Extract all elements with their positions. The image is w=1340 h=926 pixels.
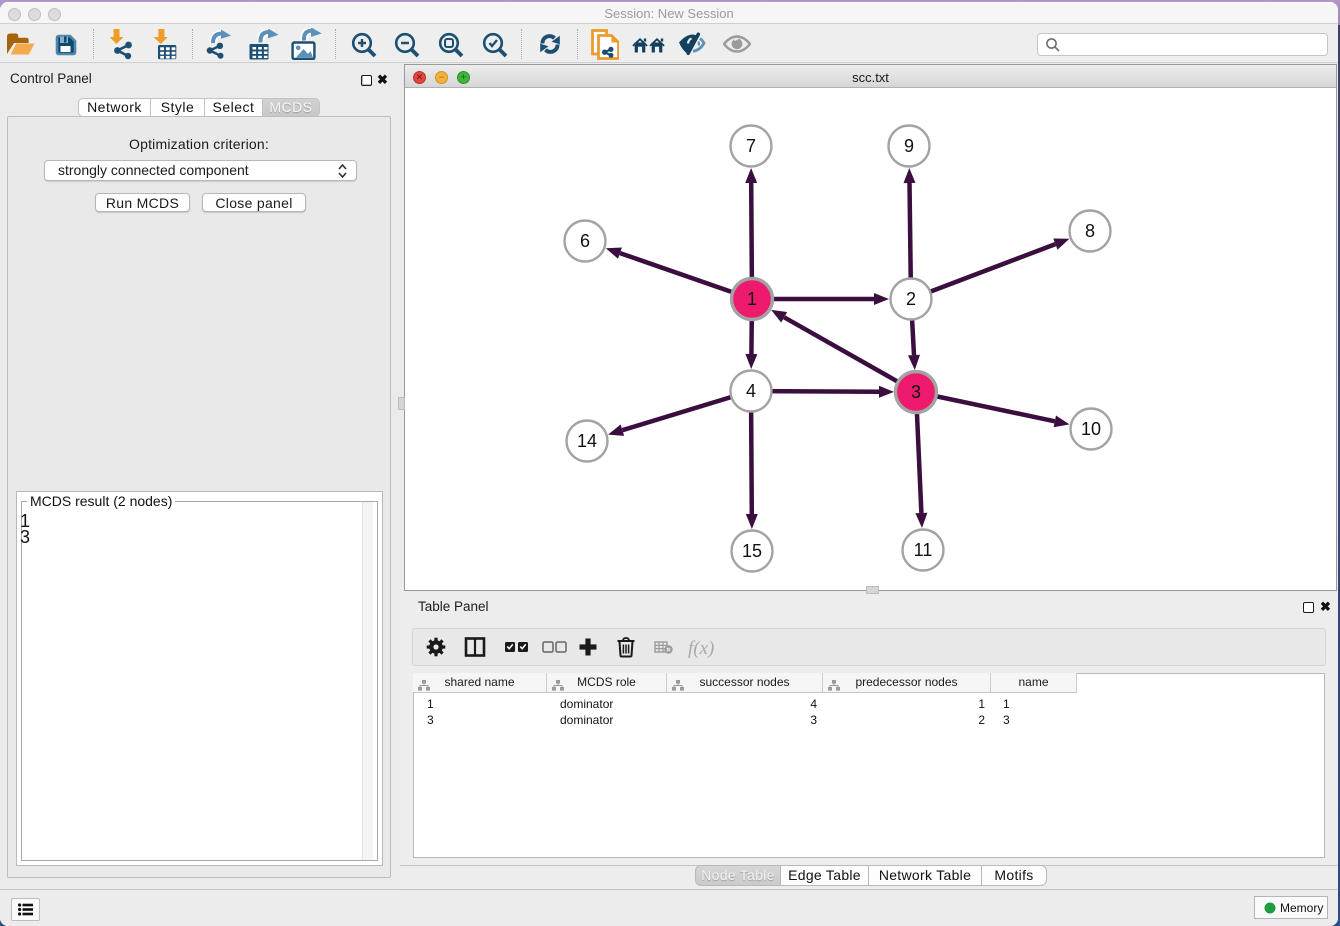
- svg-text:6: 6: [580, 231, 590, 251]
- svg-text:8: 8: [1085, 221, 1095, 241]
- svg-text:1: 1: [747, 289, 757, 309]
- svg-text:14: 14: [577, 431, 597, 451]
- svg-text:2: 2: [906, 289, 916, 309]
- svg-text:10: 10: [1081, 419, 1101, 439]
- svg-text:7: 7: [746, 136, 756, 156]
- svg-text:11: 11: [914, 540, 933, 560]
- svg-text:3: 3: [911, 382, 921, 402]
- svg-text:9: 9: [904, 136, 914, 156]
- svg-text:4: 4: [746, 381, 756, 401]
- svg-text:15: 15: [742, 541, 762, 561]
- svg-text:f(x): f(x): [688, 638, 714, 659]
